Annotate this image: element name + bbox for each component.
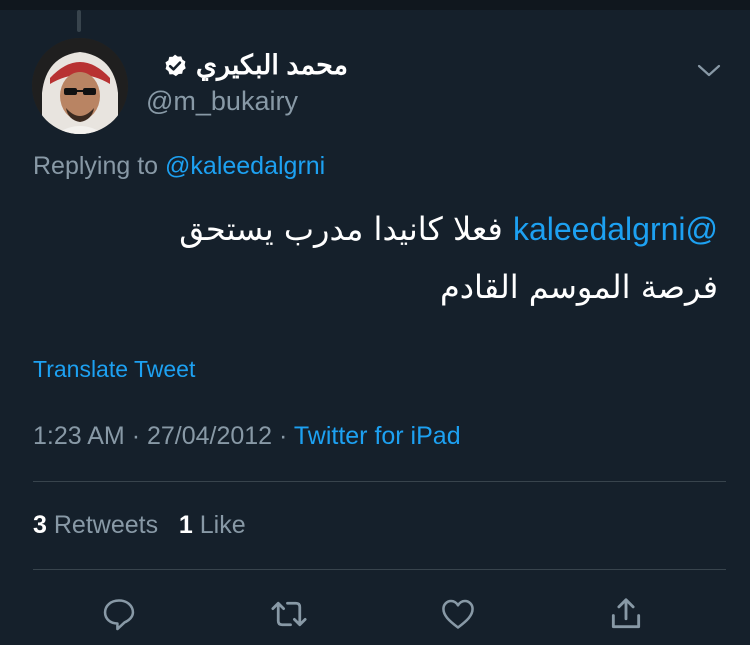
meta-separator: · bbox=[279, 422, 288, 450]
heart-icon bbox=[442, 599, 474, 629]
translate-tweet-link[interactable]: Translate Tweet bbox=[33, 356, 195, 383]
tweet-stats: 3 Retweets 1 Like bbox=[33, 511, 246, 540]
replying-label: Replying to bbox=[33, 152, 159, 180]
tweet-text-line1: فعلا كانيدا مدرب يستحق bbox=[179, 210, 503, 248]
meta-separator: · bbox=[131, 422, 141, 450]
thread-connector-line bbox=[77, 10, 81, 32]
reply-button[interactable] bbox=[99, 594, 139, 634]
divider bbox=[33, 569, 726, 570]
verified-badge-icon bbox=[165, 54, 186, 76]
avatar[interactable] bbox=[32, 38, 128, 134]
author-handle[interactable]: @m_bukairy bbox=[146, 86, 298, 117]
tweet-date[interactable]: 27/04/2012 bbox=[147, 422, 272, 450]
likes-label: Like bbox=[199, 511, 246, 539]
replying-to: Replying to @kaleedalgrni bbox=[33, 152, 325, 181]
chevron-down-icon[interactable] bbox=[696, 60, 722, 80]
divider bbox=[33, 481, 726, 482]
like-button[interactable] bbox=[438, 594, 478, 634]
reply-icon bbox=[103, 599, 135, 631]
tweet-mention-link[interactable]: @kaleedalgrni bbox=[513, 211, 718, 247]
retweets-label: Retweets bbox=[53, 511, 159, 539]
share-button[interactable] bbox=[606, 594, 646, 634]
tweet-text-line2: فرصة الموسم القادم bbox=[439, 268, 718, 306]
retweets-count: 3 bbox=[33, 511, 47, 539]
share-icon bbox=[611, 598, 641, 629]
retweets-stat[interactable]: 3 Retweets bbox=[33, 511, 158, 539]
tweet-text: @kaleedalgrni فعلا كانيدا مدرب يستحق فرص… bbox=[118, 200, 718, 316]
retweet-icon bbox=[271, 601, 307, 627]
retweet-button[interactable] bbox=[269, 594, 309, 634]
likes-stat[interactable]: 1 Like bbox=[179, 511, 246, 539]
author-name[interactable]: محمد البكيري bbox=[196, 50, 348, 81]
tweet-source-link[interactable]: Twitter for iPad bbox=[294, 422, 461, 450]
replying-to-link[interactable]: @kaleedalgrni bbox=[165, 152, 325, 180]
avatar-image bbox=[32, 38, 128, 134]
likes-count: 1 bbox=[178, 511, 193, 539]
top-bar bbox=[0, 0, 750, 10]
author-name-row[interactable]: محمد البكيري bbox=[162, 50, 348, 81]
tweet-meta: 1:23 AM · 27/04/2012 · Twitter for iPad bbox=[33, 422, 461, 451]
tweet-time[interactable]: 1:23 AM bbox=[33, 422, 125, 450]
